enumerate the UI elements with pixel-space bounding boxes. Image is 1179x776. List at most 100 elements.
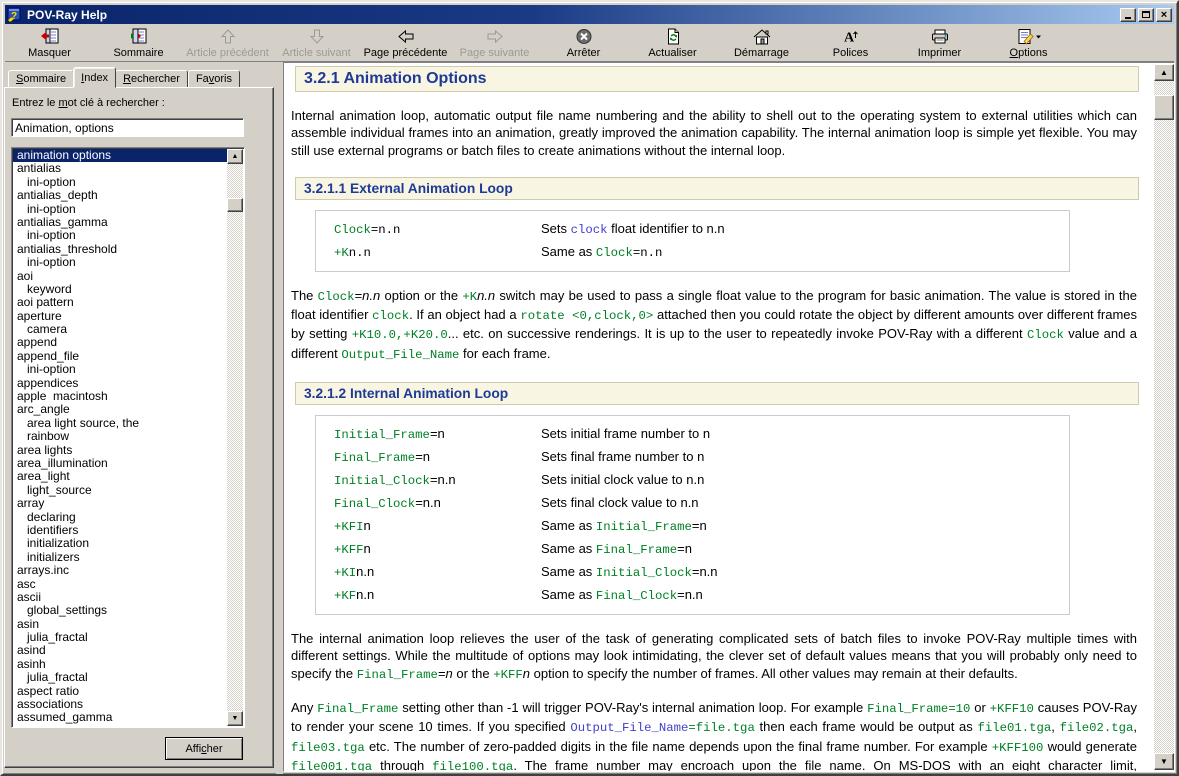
help-book-icon: ?: [7, 7, 23, 22]
code-span: +KFI: [334, 520, 364, 534]
scroll-up-icon[interactable]: ▲: [227, 149, 243, 164]
index-list-item[interactable]: ini-option: [13, 363, 227, 376]
table-row: +KIn.nSame as Initial_Clock=n.n: [316, 561, 1069, 584]
code-span: =n.n: [633, 246, 663, 260]
scrollbar-track[interactable]: [1154, 81, 1174, 753]
toolbar-button-label: Polices: [833, 47, 868, 59]
toolbar-button-polices[interactable]: A Polices: [806, 26, 895, 60]
index-list-item[interactable]: ascii: [13, 591, 227, 604]
index-list-item[interactable]: initialization: [13, 537, 227, 550]
table-row: +KFn.nSame as Final_Clock=n.n: [316, 584, 1069, 607]
index-list-item[interactable]: aperture: [13, 310, 227, 323]
index-list-item[interactable]: area light source, the: [13, 417, 227, 430]
toolbar-button-demarrage[interactable]: Démarrage: [717, 26, 806, 60]
minimize-button[interactable]: [1120, 8, 1136, 22]
index-list-item[interactable]: apple macintosh: [13, 390, 227, 403]
code-span: n: [523, 666, 530, 681]
tab-favoris[interactable]: Favoris: [188, 70, 240, 88]
font-icon: A: [842, 27, 860, 46]
scroll-down-icon[interactable]: ▼: [227, 711, 243, 726]
index-list-item[interactable]: associations: [13, 698, 227, 711]
code-span: n.n: [349, 246, 371, 260]
index-list-item[interactable]: rainbow: [13, 430, 227, 443]
index-list-item[interactable]: area_illumination: [13, 457, 227, 470]
close-button[interactable]: ×: [1156, 8, 1172, 22]
window-title: POV-Ray Help: [27, 8, 1120, 22]
index-list-item[interactable]: ini-option: [13, 203, 227, 216]
tab-rechercher[interactable]: Rechercher: [115, 70, 188, 88]
index-list-item[interactable]: arc_angle: [13, 403, 227, 416]
toolbar-button-actualiser[interactable]: Actualiser: [628, 26, 717, 60]
index-list-item[interactable]: assumed_gamma: [13, 711, 227, 724]
index-list-item[interactable]: aspect ratio: [13, 685, 227, 698]
index-list-item[interactable]: global_settings: [13, 604, 227, 617]
toolbar-button-label: Page suivante: [460, 47, 530, 59]
toolbar-button-label: Imprimer: [918, 47, 961, 59]
index-list-item[interactable]: asin: [13, 618, 227, 631]
toolbar: Masquer Sommaire Article pr: [5, 24, 1174, 62]
index-list-item[interactable]: asinh: [13, 658, 227, 671]
index-list-item[interactable]: keyword: [13, 725, 227, 726]
index-list-item[interactable]: antialias_gamma: [13, 216, 227, 229]
index-list-item[interactable]: area_light: [13, 470, 227, 483]
index-list-item[interactable]: declaring: [13, 511, 227, 524]
index-list-item[interactable]: antialias_threshold: [13, 243, 227, 256]
index-list-item[interactable]: camera: [13, 323, 227, 336]
index-list-item[interactable]: ini-option: [13, 229, 227, 242]
code-span: +KFF100: [992, 741, 1044, 755]
scroll-down-icon[interactable]: ▼: [1154, 753, 1174, 770]
home-icon: [752, 27, 772, 46]
index-list-item[interactable]: initializers: [13, 551, 227, 564]
table-row: +KFFnSame as Final_Frame=n: [316, 538, 1069, 561]
index-list-item[interactable]: asc: [13, 578, 227, 591]
scrollbar-thumb[interactable]: [1154, 95, 1174, 120]
toolbar-button-label: Page précédente: [364, 47, 448, 59]
index-list-item[interactable]: append: [13, 336, 227, 349]
index-list-item[interactable]: array: [13, 497, 227, 510]
section-heading-external: 3.2.1.1 External Animation Loop: [295, 177, 1139, 200]
index-list-item[interactable]: julia_fractal: [13, 671, 227, 684]
code-span: Clock: [1027, 328, 1064, 342]
index-list-item[interactable]: append_file: [13, 350, 227, 363]
display-button[interactable]: Afficher: [165, 737, 243, 760]
code-span: Final_Clock: [596, 589, 677, 603]
toolbar-button-options[interactable]: Options: [984, 26, 1073, 60]
index-list-item[interactable]: arrays.inc: [13, 564, 227, 577]
doc-link[interactable]: clock: [571, 223, 608, 237]
code-span: +KF: [334, 589, 356, 603]
doc-link[interactable]: Output_File_Name: [570, 721, 688, 735]
index-list-item[interactable]: keyword: [13, 283, 227, 296]
index-list-item[interactable]: aoi: [13, 270, 227, 283]
index-list-item[interactable]: asind: [13, 644, 227, 657]
index-list-item[interactable]: appendices: [13, 377, 227, 390]
toolbar-button-masquer[interactable]: Masquer: [5, 26, 94, 60]
minimize-icon: [1125, 17, 1131, 19]
keyword-input[interactable]: [11, 118, 244, 137]
index-list-item[interactable]: area lights: [13, 444, 227, 457]
index-list-item[interactable]: antialias: [13, 162, 227, 175]
toolbar-button-imprimer[interactable]: Imprimer: [895, 26, 984, 60]
index-list-item[interactable]: ini-option: [13, 176, 227, 189]
index-list-item[interactable]: aoi pattern: [13, 296, 227, 309]
code-span: file01.tga: [977, 721, 1051, 735]
content-scrollbar: ▲ ▼: [1154, 64, 1174, 770]
index-list-item[interactable]: ini-option: [13, 256, 227, 269]
tab-sommaire[interactable]: Sommaire: [8, 70, 74, 88]
page-title: 3.2.1 Animation Options: [295, 66, 1139, 92]
scroll-up-icon[interactable]: ▲: [1154, 64, 1174, 81]
index-list-item[interactable]: light_source: [13, 484, 227, 497]
index-list-item[interactable]: julia_fractal: [13, 631, 227, 644]
index-list-item[interactable]: animation options: [13, 149, 227, 162]
code-span: Initial_Clock: [596, 566, 692, 580]
toolbar-button-page-precedente[interactable]: Page précédente: [361, 26, 450, 60]
index-list-item[interactable]: antialias_depth: [13, 189, 227, 202]
scrollbar-track[interactable]: [227, 164, 243, 711]
scrollbar-thumb[interactable]: [227, 198, 243, 212]
index-list-item[interactable]: identifiers: [13, 524, 227, 537]
toolbar-button-sommaire[interactable]: Sommaire: [94, 26, 183, 60]
toolbar-button-arreter[interactable]: Arrêter: [539, 26, 628, 60]
paragraph: Internal animation loop, automatic outpu…: [291, 107, 1137, 159]
maximize-button[interactable]: [1138, 8, 1154, 22]
pane-splitter[interactable]: [276, 63, 283, 774]
tab-index[interactable]: Index: [73, 67, 116, 88]
